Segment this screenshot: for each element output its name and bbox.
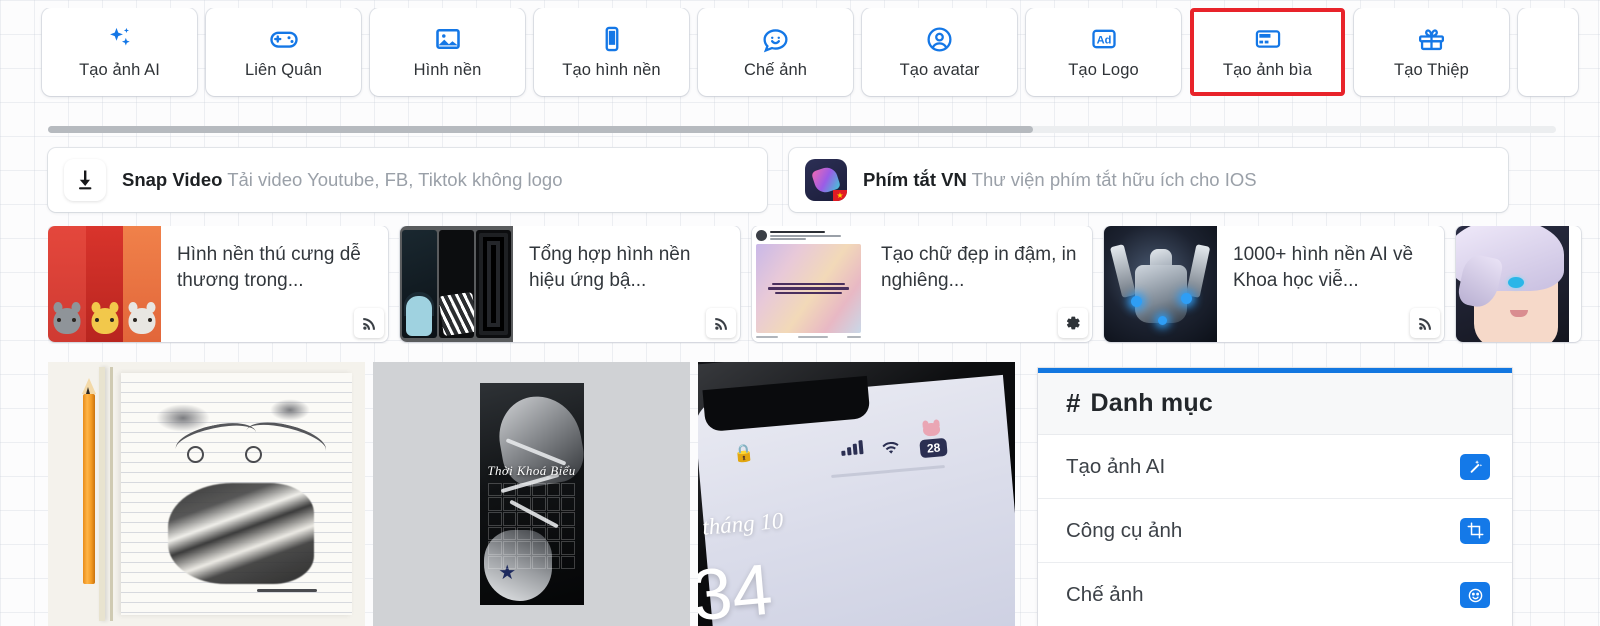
wifi-icon: [881, 440, 901, 461]
promo-desc: Tải video Youtube, FB, Tiktok không logo: [227, 169, 563, 190]
nav-card-label: Tạo avatar: [899, 61, 980, 79]
sparkles-icon: [106, 24, 134, 54]
promo-title: Snap Video: [122, 169, 223, 190]
sidebar-item-label: Công cụ ảnh: [1066, 518, 1183, 542]
scrollbar-thumb[interactable]: [48, 126, 1033, 133]
sidebar-item-label: Chế ảnh: [1066, 583, 1144, 606]
nav-card-lien-quan[interactable]: Liên Quân: [206, 8, 361, 96]
sidebar-header: # Danh mục: [1038, 373, 1512, 435]
article-card[interactable]: Hình nền thú cưng dễ thương trong...: [48, 226, 388, 342]
image-gallery: ★ Thời Khoá Biểu 🔒 28 tháng 10 34: [48, 362, 1016, 626]
nav-horizontal-scrollbar[interactable]: [48, 126, 1556, 133]
article-card[interactable]: 1000+ hình nền AI về Khoa học viễ...: [1104, 226, 1444, 342]
phone-icon: [598, 24, 626, 54]
nav-card-tao-anh-ai[interactable]: Tạo ảnh AI: [42, 8, 197, 96]
nav-card-next-partial[interactable]: [1518, 8, 1578, 96]
nav-card-tao-logo[interactable]: Ad Tạo Logo: [1026, 8, 1181, 96]
user-circle-icon: [925, 24, 954, 54]
nav-card-hinh-nen[interactable]: Hình nền: [370, 8, 525, 96]
gallery-item-sneaker-timetable[interactable]: ★ Thời Khoá Biểu: [373, 362, 690, 626]
danh-muc-sidebar: # Danh mục Tạo ảnh AI Công cụ ảnh Chế ản…: [1038, 368, 1512, 626]
promo-banner-row: Snap Video Tải video Youtube, FB, Tiktok…: [48, 148, 1508, 212]
hash-icon: #: [1066, 388, 1081, 418]
gamepad-icon: [269, 24, 299, 54]
nav-card-tao-anh-bia[interactable]: Tạo ảnh bìa: [1190, 8, 1345, 96]
smiley-icon[interactable]: [1460, 582, 1490, 608]
promo-desc: Thư viện phím tắt hữu ích cho IOS: [971, 169, 1257, 190]
anime-thumb: [1456, 226, 1569, 342]
lock-icon: 🔒: [732, 442, 755, 464]
rss-icon[interactable]: [1410, 308, 1440, 338]
lockscreen-time: 34: [698, 550, 776, 626]
image-icon: [434, 24, 462, 54]
gallery-item-pencil-sketch[interactable]: [48, 362, 365, 626]
nav-card-tao-hinh-nen[interactable]: Tạo hình nền: [534, 8, 689, 96]
sidebar-title: Danh mục: [1090, 389, 1213, 417]
pets-thumb: [48, 226, 161, 342]
nav-card-tao-avatar[interactable]: Tạo avatar: [862, 8, 1017, 96]
gear-icon[interactable]: [1058, 308, 1088, 338]
sidebar-item-che-anh[interactable]: Chế ảnh: [1038, 563, 1512, 626]
gundam-thumb: [1104, 226, 1217, 342]
nav-card-label: Tạo Thiệp: [1394, 61, 1469, 79]
nav-card-tao-thiep[interactable]: Tạo Thiệp: [1354, 8, 1509, 96]
nav-card-label: Chế ảnh: [743, 61, 808, 79]
promo-text: Snap Video Tải video Youtube, FB, Tiktok…: [122, 169, 563, 191]
sidebar-item-label: Tạo ảnh AI: [1066, 454, 1166, 478]
svg-text:Ad: Ad: [1096, 35, 1111, 47]
nav-card-label: Tạo ảnh AI: [79, 61, 160, 79]
nav-card-label: Tạo hình nền: [562, 61, 661, 79]
facebook-post-thumb: [752, 226, 865, 342]
magic-wand-icon[interactable]: [1460, 453, 1490, 480]
gift-icon: [1417, 24, 1446, 54]
promo-title: Phím tắt VN: [863, 169, 967, 190]
promo-text: Phím tắt VN Thư viện phím tắt hữu ích ch…: [863, 169, 1257, 191]
nav-card-label: Hình nền: [413, 61, 482, 79]
ad-icon: Ad: [1090, 24, 1118, 54]
battery-percent: 28: [919, 437, 948, 458]
article-card[interactable]: [1456, 226, 1581, 342]
download-icon: [64, 159, 106, 201]
promo-card-phim-tat-vn[interactable]: ★ Phím tắt VN Thư viện phím tắt hữu ích …: [789, 148, 1508, 212]
article-card-row: Hình nền thú cưng dễ thương trong... Tổn…: [48, 226, 1600, 344]
nav-card-che-anh[interactable]: Chế ảnh: [698, 8, 853, 96]
smiley-chat-icon: [761, 24, 790, 54]
article-card[interactable]: Tạo chữ đẹp in đậm, in nghiêng...: [752, 226, 1092, 342]
nav-card-label: Tạo ảnh bìa: [1222, 61, 1313, 79]
crop-icon[interactable]: [1460, 517, 1490, 544]
wallpaper-caption: Thời Khoá Biểu: [487, 462, 576, 478]
rss-icon[interactable]: [706, 308, 736, 338]
nav-card-label: Tạo Logo: [1068, 61, 1139, 79]
vn-flag-icon: ★: [833, 190, 847, 201]
article-card[interactable]: Tổng hợp hình nền hiệu ứng bậ...: [400, 226, 740, 342]
nav-card-label: Liên Quân: [244, 61, 323, 79]
category-nav-bar[interactable]: Tạo ảnh AI Liên Quân Hình nền Tạo hình n…: [0, 8, 1600, 116]
sidebar-item-tao-anh-ai[interactable]: Tạo ảnh AI: [1038, 435, 1512, 499]
dark-phones-thumb: [400, 226, 513, 342]
signal-bars-icon: [840, 440, 864, 457]
card-icon: [1254, 24, 1282, 54]
promo-card-snap-video[interactable]: Snap Video Tải video Youtube, FB, Tiktok…: [48, 148, 767, 212]
sidebar-item-cong-cu-anh[interactable]: Công cụ ảnh: [1038, 499, 1512, 563]
shortcut-app-icon: ★: [805, 159, 847, 201]
gallery-item-phone-lockscreen[interactable]: 🔒 28 8 tháng 10 34: [698, 362, 1015, 626]
rss-icon[interactable]: [354, 308, 384, 338]
